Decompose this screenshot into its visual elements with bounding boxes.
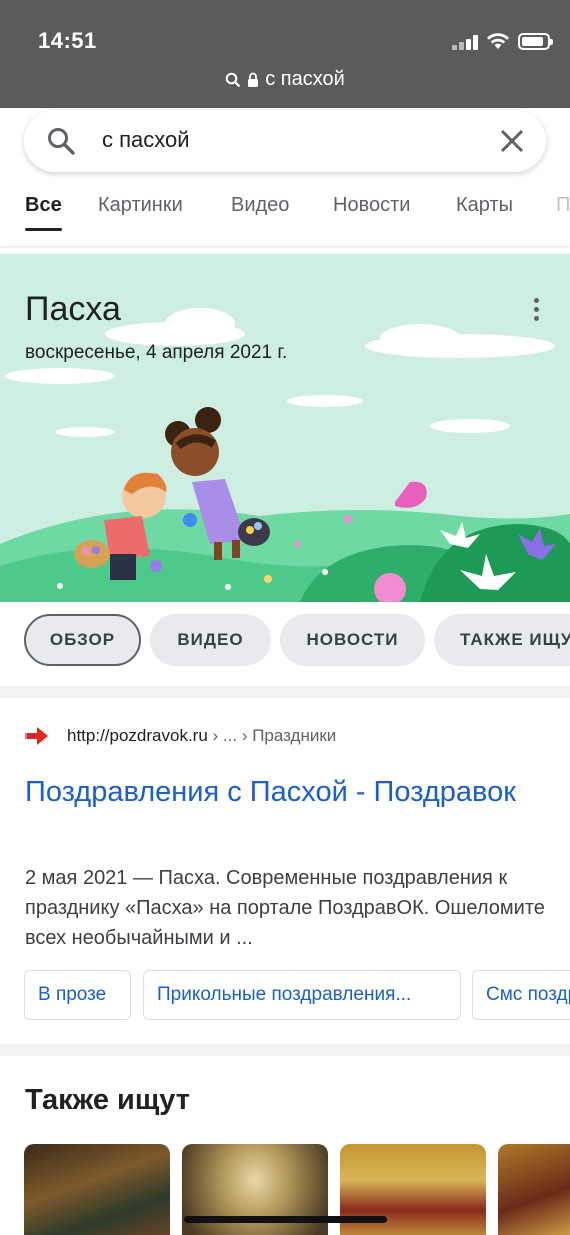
status-time: 14:51 — [38, 28, 97, 53]
topic-chips: ОБЗОР ВИДЕО НОВОСТИ ТАКЖЕ ИЩУ — [0, 612, 570, 668]
result-sitelinks: В прозе Прикольные поздравления... Смс п… — [0, 970, 570, 1020]
related-image-4[interactable] — [498, 1144, 570, 1235]
cellular-signal-icon — [452, 34, 482, 50]
tab-images[interactable]: Картинки — [98, 194, 183, 217]
home-indicator[interactable] — [184, 1216, 387, 1223]
result-site[interactable]: http://pozdravok.ru › ... › Праздники — [67, 726, 336, 746]
site-favicon-icon — [25, 727, 48, 745]
result-url: http://pozdravok.ru — [67, 726, 208, 745]
also-search-section: Также ищут — [0, 1056, 570, 1235]
sitelink-funny[interactable]: Прикольные поздравления... — [143, 970, 461, 1020]
screen: 14:51 с пасхой с пасхой Все Картинки Вид… — [0, 0, 570, 1235]
url-text: с пасхой — [265, 68, 345, 90]
address-bar[interactable]: с пасхой — [0, 68, 570, 91]
sitelink-sms[interactable]: Смс поздр — [472, 970, 570, 1020]
browser-top-bar: 14:51 с пасхой — [0, 0, 570, 108]
chip-also-search[interactable]: ТАКЖЕ ИЩУ — [434, 614, 570, 666]
result-breadcrumb: › ... › Праздники — [207, 726, 337, 745]
search-query: с пасхой — [102, 127, 190, 152]
search-tabs: Все Картинки Видео Новости Карты П — [0, 194, 570, 234]
hero-title: Пасха — [25, 290, 121, 328]
search-icon — [225, 72, 241, 87]
related-image-1[interactable] — [24, 1144, 170, 1235]
clear-icon[interactable] — [498, 127, 526, 155]
sitelink-prose[interactable]: В прозе — [24, 970, 131, 1020]
result-snippet: 2 мая 2021 — Пасха. Современные поздравл… — [25, 867, 545, 949]
tab-video[interactable]: Видео — [231, 194, 289, 217]
hero-date: воскресенье, 4 апреля 2021 г. — [25, 342, 288, 363]
more-options-icon[interactable] — [534, 298, 540, 325]
easter-hero-card: Пасха воскресенье, 4 апреля 2021 г. — [0, 254, 570, 602]
chip-video[interactable]: ВИДЕО — [150, 614, 271, 666]
search-input[interactable]: с пасхой — [24, 110, 546, 172]
tab-more[interactable]: П — [556, 194, 570, 217]
result-title-link[interactable]: Поздравления с Пасхой - Поздравок — [25, 772, 545, 812]
divider — [0, 1044, 570, 1056]
tab-news[interactable]: Новости — [333, 194, 410, 217]
also-search-title: Также ищут — [25, 1084, 190, 1116]
search-result: http://pozdravok.ru › ... › Праздники По… — [0, 698, 570, 1046]
battery-icon — [518, 33, 553, 50]
search-icon — [48, 128, 75, 155]
search-header: с пасхой Все Картинки Видео Новости Карт… — [0, 108, 570, 246]
tab-all[interactable]: Все — [25, 194, 62, 231]
chip-news[interactable]: НОВОСТИ — [280, 614, 425, 666]
divider — [0, 686, 570, 698]
tab-maps[interactable]: Карты — [456, 194, 513, 217]
wifi-icon — [487, 33, 509, 49]
chip-overview[interactable]: ОБЗОР — [24, 614, 141, 666]
lock-icon — [248, 72, 259, 87]
